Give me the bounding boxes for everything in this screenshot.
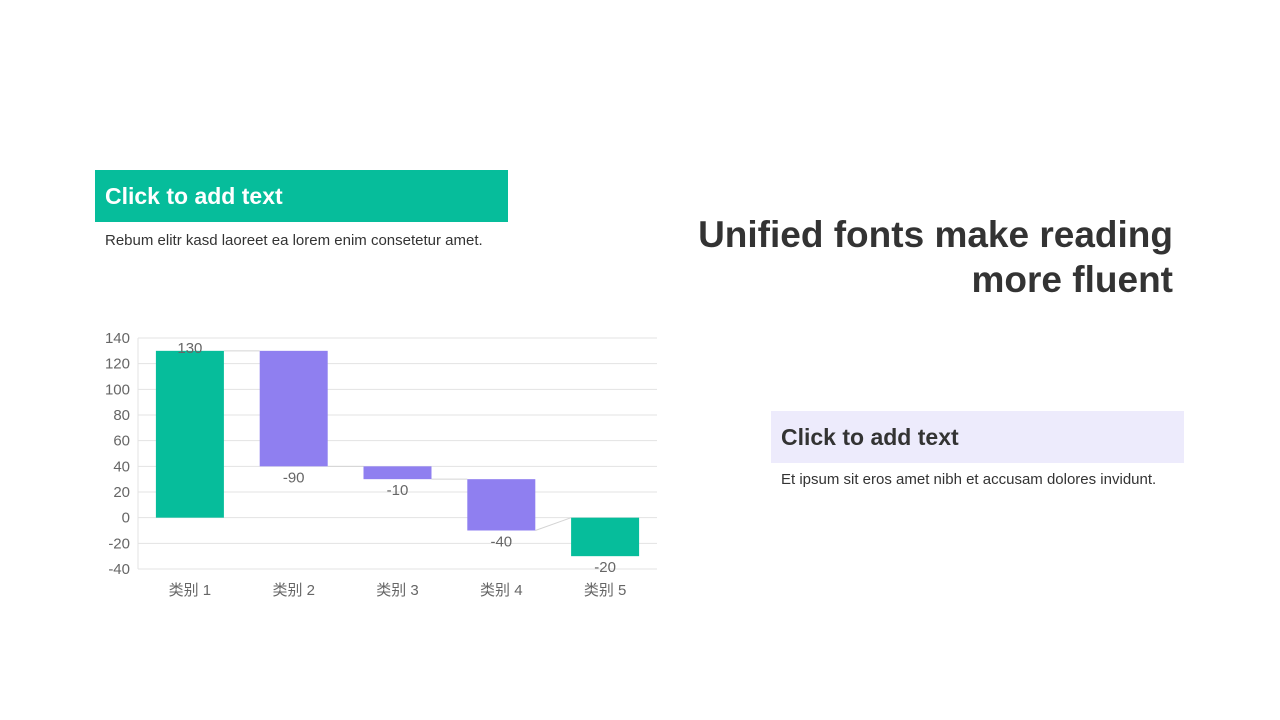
right-title-text: Click to add text [781, 423, 959, 450]
y-tick-label: 140 [105, 330, 130, 347]
x-tick-label: 类别 4 [480, 582, 523, 599]
y-tick-label: 100 [105, 381, 130, 398]
right-body-text: Et ipsum sit eros amet nibh et accusam d… [781, 471, 1157, 488]
waterfall-bar [363, 466, 432, 480]
x-tick-label: 类别 1 [169, 582, 212, 599]
left-title-text: Click to add text [105, 182, 283, 209]
waterfall-bar [467, 479, 536, 531]
headline-line-1: Unified fonts make reading [698, 214, 1173, 255]
data-label: 130 [177, 340, 202, 357]
waterfall-bar [155, 350, 224, 518]
slide: Click to add text Rebum elitr kasd laore… [0, 0, 1280, 720]
y-tick-label: 60 [113, 433, 130, 450]
waterfall-bar [259, 350, 328, 467]
left-body-text: Rebum elitr kasd laoreet ea lorem enim c… [105, 232, 483, 249]
right-title-banner[interactable]: Click to add text [771, 411, 1184, 463]
headline-line-2: more fluent [971, 259, 1173, 300]
left-title-banner[interactable]: Click to add text [95, 170, 508, 222]
x-tick-label: 类别 3 [376, 582, 419, 599]
headline: Unified fonts make reading more fluent [653, 212, 1173, 302]
connector-line [535, 517, 572, 531]
y-tick-label: 120 [105, 356, 130, 373]
y-tick-label: -20 [108, 535, 130, 552]
data-label: -40 [490, 534, 512, 551]
y-tick-label: -40 [108, 561, 130, 578]
data-label: -90 [283, 469, 305, 486]
waterfall-chart: 140 120 100 80 60 40 20 0 -20 -40 130 类别 1 -90 类别 2 -1… [105, 330, 657, 599]
y-tick-label: 0 [122, 510, 130, 527]
x-tick-label: 类别 5 [584, 582, 627, 599]
data-label: -10 [387, 482, 409, 499]
y-tick-label: 20 [113, 484, 130, 501]
y-tick-label: 80 [113, 407, 130, 424]
waterfall-bar [571, 517, 640, 557]
y-tick-label: 40 [113, 458, 130, 475]
x-tick-label: 类别 2 [272, 582, 315, 599]
data-label: -20 [594, 559, 616, 576]
